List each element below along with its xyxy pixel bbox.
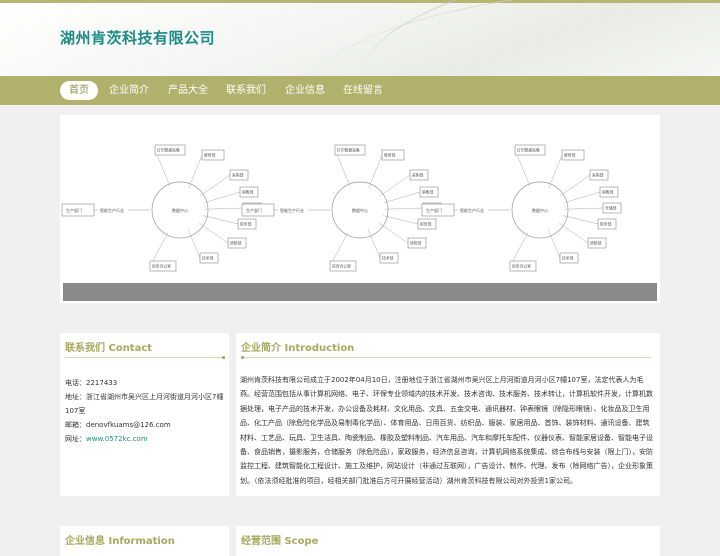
diagram-link: [199, 174, 231, 197]
diagram-link: [203, 191, 241, 204]
diagram-link: [383, 191, 421, 204]
intro-title: 企业简介 Introduction: [241, 343, 355, 354]
nav-item-info[interactable]: 企业信息: [280, 81, 330, 100]
intro-box: 企业简介 Introduction 湖州肯茨科技有限公司成立于2002年04月1…: [236, 333, 660, 496]
diagram-node-label: 仓储部: [605, 206, 617, 211]
main-nav: 首页 企业简介 产品大全 联系我们 企业信息 在线留言: [0, 76, 720, 105]
diagram-node-label: 生产部门: [66, 207, 82, 213]
diagram-node-label: 采购部: [412, 173, 424, 178]
header-decoration-2: [294, 0, 720, 76]
banner-bar: [63, 283, 657, 301]
diagram-node-label: 维修部: [564, 153, 576, 158]
diagram-link: [379, 222, 409, 244]
diagram-link: [385, 207, 424, 210]
nav-item-contact[interactable]: 联系我们: [221, 81, 271, 100]
nav-item-home[interactable]: 首页: [60, 81, 98, 100]
diagram-node-label: 质检部: [410, 241, 422, 246]
diagram-node-label: 智能生产行业: [100, 207, 124, 213]
info-box: 企业信息 Information: [60, 526, 229, 556]
diagram-node-label: 智能生产行业: [280, 207, 304, 213]
diagram-link: [563, 191, 601, 204]
diagram-link: [563, 215, 599, 225]
diagram-hub-label: 数据中心: [532, 207, 548, 213]
diagram-node-label: 质检部: [230, 241, 242, 246]
diagram-node-label: 采购部: [592, 173, 604, 178]
diagram-node-label: 财务部: [420, 222, 432, 227]
diagram-node-label: 销售部: [602, 190, 614, 195]
diagram-link: [379, 174, 411, 197]
diagram-node-label: 打印数据采集: [157, 148, 180, 153]
diagram-node-label: 采购部: [232, 173, 244, 178]
diagram-link: [205, 207, 244, 210]
diagram-node-label: 财务部: [240, 222, 252, 227]
site-title[interactable]: 湖州肯茨科技有限公司: [60, 27, 215, 48]
contact-title-dot: [222, 356, 225, 359]
diagram-link: [203, 215, 239, 225]
diagram-node-label: 打印数据采集: [517, 148, 540, 153]
banner-diagram: 生产部门 智能生产行业 数据中心 打印数据采集维修部采购部销售部仓储部财务部质检部技术…: [61, 144, 622, 272]
intro-title-dot: [241, 356, 244, 359]
contact-title: 联系我们 Contact: [65, 343, 153, 354]
contact-phone: 电话：2217433: [65, 379, 118, 387]
diagram-link: [559, 174, 591, 197]
nav-item-message[interactable]: 在线留言: [338, 81, 388, 100]
nav-item-intro[interactable]: 企业简介: [104, 81, 154, 100]
diagram-node-label: 销售部: [422, 190, 434, 195]
banner[interactable]: 生产部门 智能生产行业 数据中心 打印数据采集维修部采购部销售部仓储部财务部质检部技术…: [60, 115, 660, 303]
diagram-hub-label: 数据中心: [172, 207, 188, 213]
diagram-node-label: 生产部门: [426, 207, 442, 213]
diagram-link: [368, 154, 383, 189]
diagram-node-label: 维修部: [204, 153, 216, 158]
diagram-hub-label: 数据中心: [352, 207, 368, 213]
contact-address: 地址：浙江省湖州市吴兴区上月河街道月河小区7幢107室: [65, 393, 224, 415]
diagram-node-label: 综合办公室: [152, 264, 171, 269]
contact-website-label: 网址：: [65, 435, 86, 443]
diagram-group: 生产部门智能生产行业数据中心打印数据采集维修部采购部销售部仓储部财务部质检部技术…: [61, 144, 262, 272]
scope-box: 经营范围 Scope: [236, 526, 660, 556]
diagram-link: [383, 215, 419, 225]
diagram-node-label: 综合办公室: [512, 264, 531, 269]
diagram-link: [548, 154, 563, 189]
contact-website-link[interactable]: www.0572kc.com: [86, 435, 148, 443]
diagram-node-label: 打印数据采集: [337, 148, 360, 153]
contact-list: 电话：2217433 地址：浙江省湖州市吴兴区上月河街道月河小区7幢107室 邮…: [65, 376, 230, 446]
contact-website-row: 网址：www.0572kc.com: [65, 432, 230, 446]
diagram-link: [565, 207, 604, 210]
diagram-link: [188, 154, 203, 189]
diagram-node-label: 财务部: [600, 222, 612, 227]
contact-title-underline: [65, 357, 223, 358]
diagram-node-label: 生产部门: [246, 207, 262, 213]
site-header: 湖州肯茨科技有限公司: [0, 0, 720, 76]
diagram-node-label: 销售部: [242, 190, 254, 195]
intro-title-underline: [241, 357, 651, 358]
diagram-link: [514, 149, 531, 187]
diagram-node-label: 质检部: [590, 241, 602, 246]
diagram-group: 生产部门 智能生产行业 数据中心 打印数据采集维修部采购部销售部仓储部财务部质检部技术…: [421, 144, 622, 272]
diagram-node-label: 综合办公室: [332, 264, 351, 269]
diagram-link: [199, 222, 229, 244]
diagram-link: [154, 149, 171, 187]
diagram-node-label: 维修部: [384, 153, 396, 158]
contact-email: 邮箱：denovfkuams@126.com: [65, 421, 171, 429]
diagram-node-label: 技术部: [382, 256, 394, 261]
diagram-link: [559, 222, 589, 244]
diagram-link: [334, 149, 351, 187]
contact-box: 联系我们 Contact 电话：2217433 地址：浙江省湖州市吴兴区上月河街…: [60, 333, 229, 496]
diagram-group: 生产部门智能生产行业数据中心打印数据采集维修部采购部销售部仓储部财务部质检部技术…: [241, 144, 442, 272]
diagram-node-label: 智能生产行业: [460, 207, 484, 213]
diagram-node-label: 技术部: [562, 256, 574, 261]
nav-item-products[interactable]: 产品大全: [163, 81, 213, 100]
diagram-node-label: 技术部: [202, 256, 214, 261]
intro-text: 湖州肯茨科技有限公司成立于2002年04月10日，注册地位于浙江省湖州市吴兴区上…: [240, 376, 653, 485]
